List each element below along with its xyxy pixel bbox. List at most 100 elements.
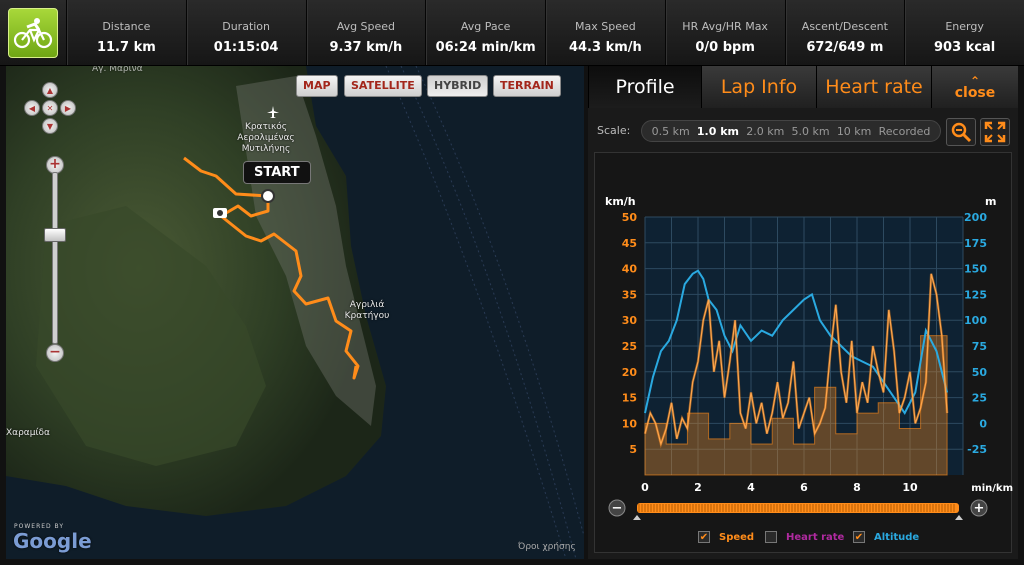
- y-right-tick-label: 150: [964, 263, 987, 276]
- place-label-west: Χαραμίδα: [6, 428, 50, 438]
- y-left-tick-label: 35: [622, 288, 637, 301]
- maptype-hybrid-button[interactable]: HYBRID: [427, 75, 489, 97]
- scale-option-recorded[interactable]: Recorded: [879, 125, 931, 138]
- y-right-tick-label: 200: [964, 211, 987, 224]
- stat-label: Duration: [222, 20, 271, 33]
- scale-bar: Scale: 0.5 km 1.0 km 2.0 km 5.0 km 10 km…: [588, 118, 1018, 146]
- x-tick-label: 8: [853, 481, 861, 494]
- stat-value: 0/0 bpm: [695, 40, 755, 55]
- stat-avg-pace: Avg Pace 06:24 min/km: [425, 0, 545, 65]
- stat-max-speed: Max Speed 44.3 km/h: [545, 0, 665, 65]
- y-right-tick-label: 175: [964, 237, 987, 250]
- zoom-out-button[interactable]: −: [46, 344, 64, 362]
- tab-profile[interactable]: Profile: [588, 66, 701, 108]
- stat-distance: Distance 11.7 km: [66, 0, 186, 65]
- stats-bar: Distance 11.7 km Duration 01:15:04 Avg Spe…: [0, 0, 1024, 66]
- pan-center-button[interactable]: ✕: [42, 100, 58, 116]
- stat-value: 11.7 km: [96, 40, 156, 55]
- range-handle-right[interactable]: [955, 515, 963, 520]
- stat-energy: Energy 903 kcal: [904, 0, 1024, 65]
- stat-label: Distance: [102, 20, 151, 33]
- stat-label: Avg Pace: [460, 20, 511, 33]
- zoom-rail[interactable]: [52, 172, 58, 344]
- x-tick-label: 6: [800, 481, 808, 494]
- place-label-village: Αγριλιά Κρατήγου: [344, 300, 390, 321]
- magnifier-icon: [951, 122, 972, 143]
- app-window: Distance 11.7 km Duration 01:15:04 Avg Spe…: [0, 0, 1024, 565]
- stat-avg-speed: Avg Speed 9.37 km/h: [305, 0, 426, 65]
- y-right-tick-label: 100: [964, 314, 987, 327]
- profile-chart[interactable]: 5 10 15 20 25 30 35 40 45 50 -25 0 25 50 75 100 125 150 17…: [594, 152, 1013, 553]
- scale-option-1km[interactable]: 1.0 km: [697, 125, 739, 138]
- zoom-magnifier-button[interactable]: [946, 118, 976, 146]
- scale-option-5km[interactable]: 5.0 km: [792, 125, 830, 138]
- tab-lap-info[interactable]: Lap Info: [701, 66, 816, 108]
- pan-left-button[interactable]: ◀: [24, 100, 40, 116]
- maptype-map-button[interactable]: MAP: [296, 75, 338, 97]
- legend-altitude-label: Altitude: [874, 531, 920, 543]
- profile-panel: Profile Lap Info Heart rate ⌃ close Scal…: [588, 66, 1018, 559]
- zoom-slider-handle[interactable]: [44, 228, 66, 242]
- speed-checkbox[interactable]: ✔: [698, 531, 710, 543]
- panel-tabs: Profile Lap Info Heart rate ⌃ close: [588, 66, 1018, 108]
- fullscreen-button[interactable]: [980, 118, 1010, 146]
- x-tick-label: 4: [747, 481, 755, 494]
- y-right-tick-label: 25: [972, 392, 987, 405]
- x-tick-label: 2: [694, 481, 702, 494]
- stat-ascent-descent: Ascent/Descent 672/649 m: [784, 0, 905, 65]
- pan-up-button[interactable]: ▲: [42, 82, 58, 98]
- camera-icon: [213, 208, 227, 218]
- y-left-tick-label: 15: [622, 392, 637, 405]
- stat-value: 672/649 m: [806, 40, 884, 55]
- close-label: close: [954, 85, 996, 101]
- altitude-checkbox[interactable]: ✔: [853, 531, 865, 543]
- y-left-tick-label: 10: [622, 417, 638, 430]
- scale-option-10km[interactable]: 10 km: [837, 125, 872, 138]
- stat-heart-rate: HR Avg/HR Max 0/0 bpm: [664, 0, 785, 65]
- maptype-satellite-button[interactable]: SATELLITE: [344, 75, 422, 97]
- stat-value: 903 kcal: [934, 40, 996, 55]
- stat-label: Avg Speed: [336, 20, 396, 33]
- x-tick-label: 10: [902, 481, 918, 494]
- start-label: START: [243, 161, 311, 184]
- stat-value: 9.37 km/h: [329, 40, 403, 55]
- range-handle-left[interactable]: [633, 515, 641, 520]
- place-label-airport: Κρατικός Αερολιμένας Μυτιλήνης: [237, 122, 295, 154]
- legend-speed[interactable]: ✔ Speed: [698, 531, 754, 543]
- pan-control: ▲ ◀ ✕ ▶ ▼: [20, 82, 80, 142]
- expand-icon: [984, 121, 1006, 143]
- y-left-tick-label: 40: [622, 263, 638, 276]
- y-left-tick-label: 30: [622, 314, 638, 327]
- scale-selector: 0.5 km 1.0 km 2.0 km 5.0 km 10 km Record…: [641, 120, 941, 142]
- stat-value: 01:15:04: [213, 40, 279, 55]
- heart-rate-checkbox[interactable]: [765, 531, 777, 543]
- stat-label: Ascent/Descent: [801, 20, 888, 33]
- legend-heart-rate-label: Heart rate: [786, 531, 845, 543]
- scale-label: Scale:: [597, 124, 631, 137]
- stat-label: Energy: [945, 20, 984, 33]
- close-button[interactable]: ⌃ close: [931, 66, 1018, 108]
- y-left-tick-label: 5: [629, 443, 637, 456]
- x-unit: min/km: [971, 483, 1013, 494]
- legend-heart-rate[interactable]: Heart rate: [765, 531, 844, 543]
- y-right-tick-label: 50: [972, 366, 988, 379]
- y-right-tick-label: 125: [964, 288, 987, 301]
- stat-value: 06:24 min/km: [435, 40, 536, 55]
- pan-down-button[interactable]: ▼: [42, 118, 58, 134]
- place-label-north: Αγ. Μαρίνα: [92, 66, 143, 74]
- zoom-control: + −: [44, 156, 66, 362]
- stat-label: HR Avg/HR Max: [682, 20, 768, 33]
- y-right-tick-label: 0: [979, 417, 987, 430]
- pan-right-button[interactable]: ▶: [60, 100, 76, 116]
- route-map[interactable]: MAP SATELLITE HYBRID TERRAIN ▲ ◀ ✕ ▶ ▼ +…: [6, 66, 584, 559]
- scale-option-0-5km[interactable]: 0.5 km: [652, 125, 690, 138]
- stat-value: 44.3 km/h: [568, 40, 642, 55]
- minus-icon: −: [612, 501, 623, 516]
- tab-heart-rate[interactable]: Heart rate: [816, 66, 931, 108]
- maptype-terrain-button[interactable]: TERRAIN: [493, 75, 561, 97]
- scale-option-2km[interactable]: 2.0 km: [746, 125, 784, 138]
- y-left-tick-label: 20: [622, 366, 638, 379]
- legend-speed-label: Speed: [719, 531, 755, 543]
- legend-altitude[interactable]: ✔ Altitude: [853, 531, 919, 543]
- terms-link[interactable]: Όροι χρήσης: [518, 542, 576, 552]
